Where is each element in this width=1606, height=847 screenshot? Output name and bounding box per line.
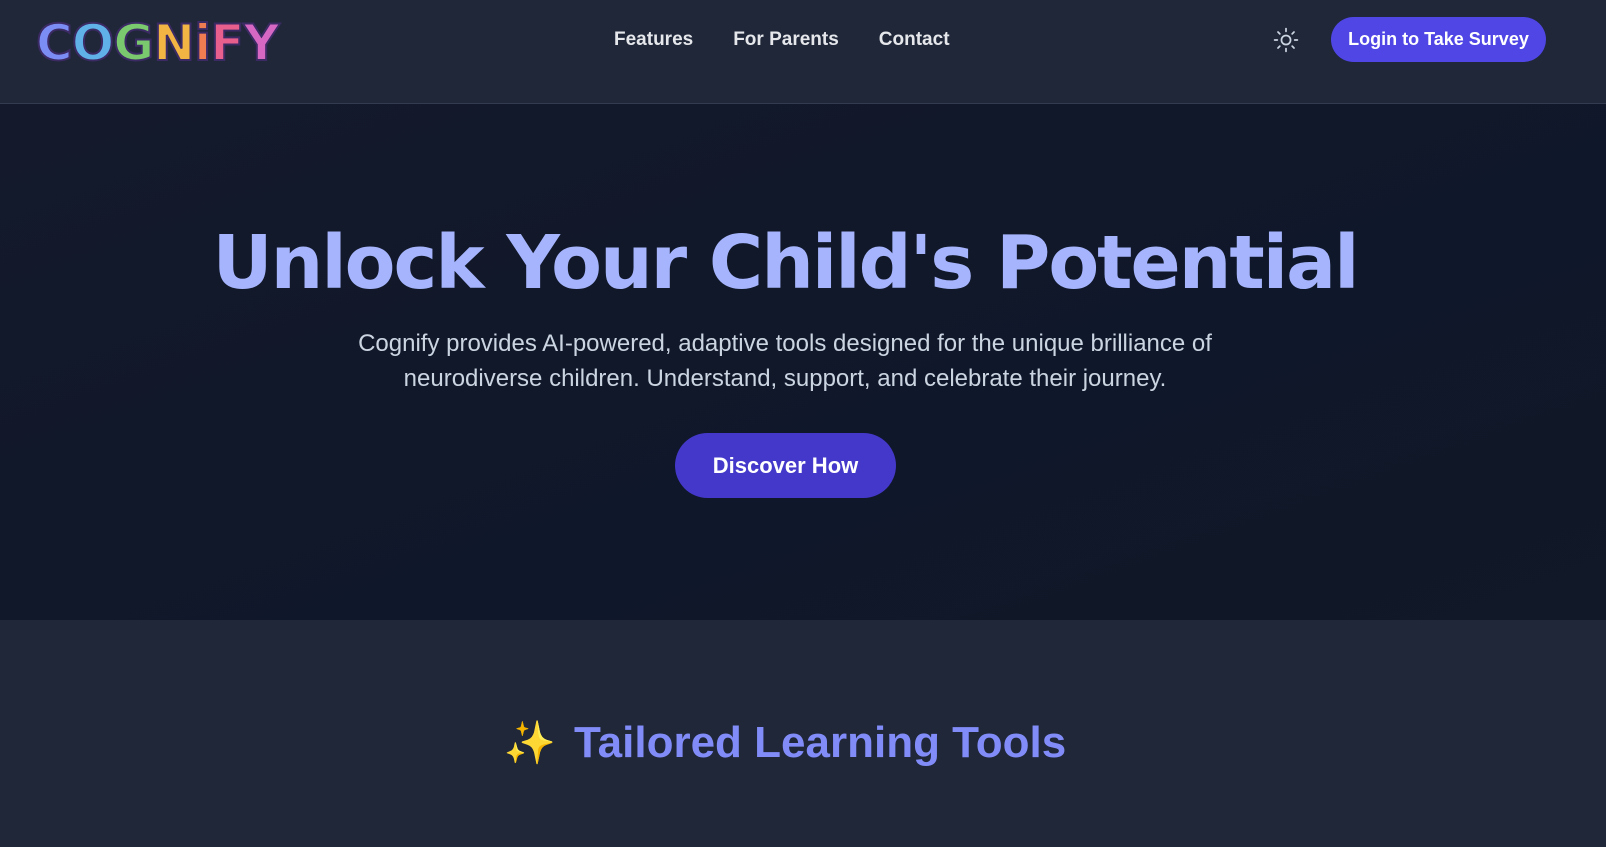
- tools-section: ✨ Tailored Learning Tools: [0, 620, 1606, 847]
- nav-link-for-parents[interactable]: For Parents: [733, 26, 839, 54]
- hero-title: Unlock Your Child's Potential: [212, 220, 1360, 306]
- tools-title-text: Tailored Learning Tools: [574, 718, 1067, 767]
- sun-icon: [1273, 27, 1299, 53]
- hero-section: Unlock Your Child's Potential Cognify pr…: [0, 104, 1606, 620]
- logo-letter: N: [152, 13, 196, 73]
- logo-wordmark: COGNiFY: [35, 13, 281, 73]
- nav-link-features[interactable]: Features: [614, 26, 693, 54]
- theme-toggle-button[interactable]: [1270, 24, 1302, 56]
- nav-link-contact[interactable]: Contact: [879, 26, 950, 54]
- logo-letter: F: [209, 13, 245, 73]
- cognify-logo[interactable]: COGNiFY: [35, 12, 286, 74]
- sparkles-icon: ✨: [503, 718, 557, 766]
- logo-letter: C: [35, 13, 74, 73]
- logo-letter: G: [112, 13, 155, 73]
- logo-letter: i: [193, 13, 212, 73]
- hero-subtitle: Cognify provides AI-powered, adaptive to…: [358, 330, 1212, 392]
- tools-heading: ✨ Tailored Learning Tools: [0, 718, 1570, 768]
- logo-letter: O: [71, 13, 115, 73]
- site-header: COGNiFY Features For Parents Contact Log…: [0, 0, 1606, 104]
- logo-letter: Y: [242, 13, 280, 73]
- discover-how-button[interactable]: Discover How: [675, 433, 896, 498]
- login-survey-button[interactable]: Login to Take Survey: [1331, 17, 1546, 62]
- main-nav: Features For Parents Contact: [614, 26, 950, 54]
